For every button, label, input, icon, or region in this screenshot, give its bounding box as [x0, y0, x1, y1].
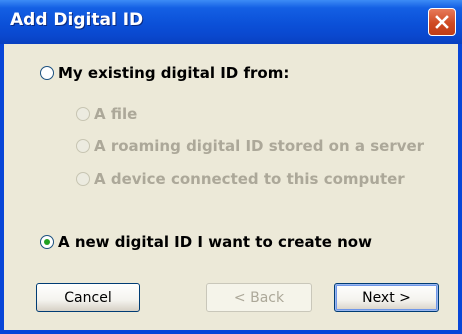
title-bar[interactable]: Add Digital ID: [0, 0, 462, 44]
window-title: Add Digital ID: [10, 10, 144, 30]
cancel-button[interactable]: Cancel: [36, 283, 140, 312]
radio-label: A new digital ID I want to create now: [58, 233, 372, 251]
radio-roaming-digital-id[interactable]: A roaming digital ID stored on a server: [76, 137, 424, 155]
radio-label: A roaming digital ID stored on a server: [94, 137, 425, 155]
radio-circle: [76, 107, 90, 121]
radio-new-digital-id[interactable]: A new digital ID I want to create now: [40, 233, 372, 251]
radio-label: A file: [94, 105, 138, 123]
radio-circle: [76, 139, 90, 153]
close-button[interactable]: [428, 8, 456, 36]
add-digital-id-dialog: Add Digital ID My existing digital ID fr…: [0, 0, 462, 334]
radio-selected-dot: [44, 239, 50, 245]
radio-label: My existing digital ID from:: [58, 64, 290, 82]
radio-circle: [76, 172, 90, 186]
radio-a-file[interactable]: A file: [76, 105, 137, 123]
close-icon: [435, 15, 449, 29]
radio-device-connected[interactable]: A device connected to this computer: [76, 170, 405, 188]
radio-existing-digital-id[interactable]: My existing digital ID from:: [40, 64, 289, 82]
dialog-body: My existing digital ID from: A file A ro…: [4, 44, 458, 330]
radio-circle: [40, 66, 54, 80]
back-button[interactable]: < Back: [206, 283, 312, 312]
radio-label: A device connected to this computer: [94, 170, 405, 188]
radio-circle: [40, 235, 54, 249]
next-button[interactable]: Next >: [334, 283, 439, 312]
